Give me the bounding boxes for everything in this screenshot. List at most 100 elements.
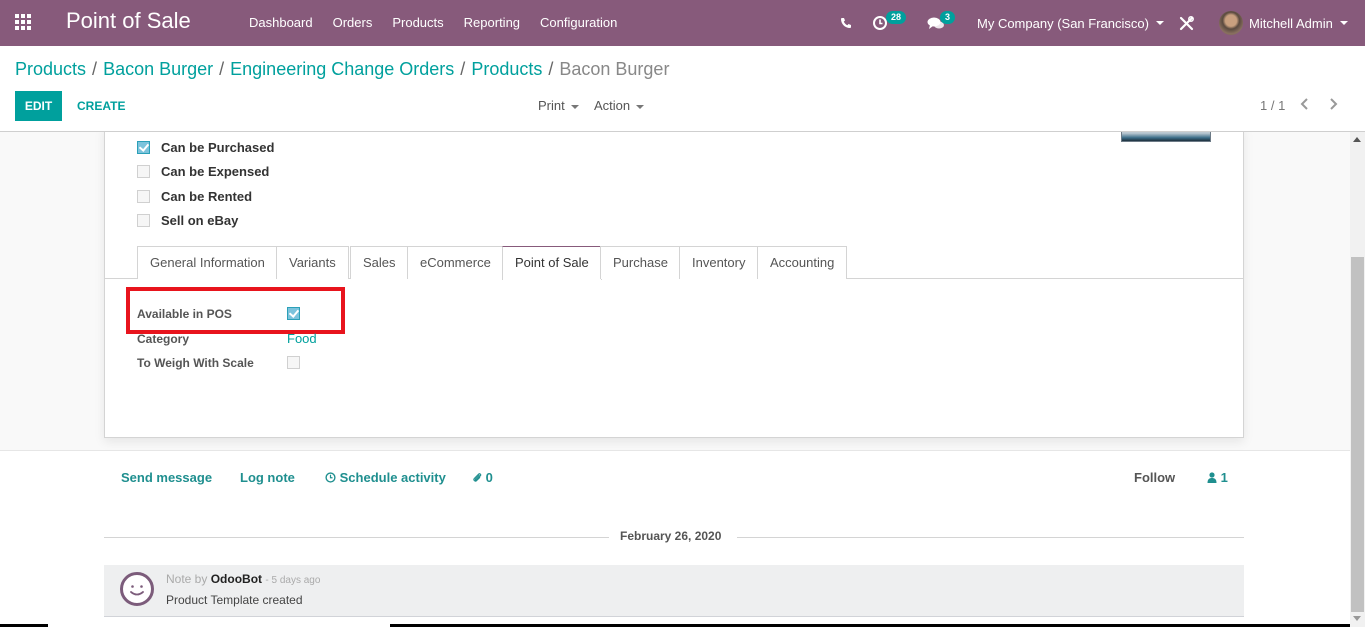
follow-button[interactable]: Follow	[1134, 470, 1175, 485]
checkbox-checked-icon[interactable]	[287, 307, 300, 320]
chevron-left-icon	[1300, 98, 1308, 110]
phone-icon	[841, 18, 851, 28]
can-be-purchased-checkbox[interactable]: Can be Purchased	[137, 137, 274, 157]
scrollbar-thumb[interactable]	[1351, 257, 1364, 612]
create-button[interactable]: CREATE	[77, 91, 125, 121]
phone-button[interactable]	[840, 0, 852, 46]
menu-dashboard[interactable]: Dashboard	[239, 0, 323, 46]
print-dropdown[interactable]: Print	[538, 91, 579, 121]
breadcrumb-separator: /	[92, 59, 98, 79]
date-separator: February 26, 2020	[104, 527, 1244, 547]
can-be-expensed-checkbox[interactable]: Can be Expensed	[137, 161, 269, 181]
schedule-activity-button[interactable]: Schedule activity	[325, 470, 446, 485]
checkbox-label: Sell on eBay	[161, 212, 239, 228]
action-dropdown[interactable]: Action	[594, 91, 645, 121]
chevron-down-icon	[636, 104, 645, 109]
breadcrumb-item[interactable]: Products	[15, 59, 86, 79]
attachments-button[interactable]: 0	[472, 470, 493, 485]
available-in-pos-label: Available in POS	[137, 307, 232, 321]
user-name: Mitchell Admin	[1249, 15, 1333, 31]
control-panel: Products / Bacon Burger / Engineering Change…	[0, 46, 1365, 132]
divider	[104, 537, 609, 538]
activities-button[interactable]: 28	[872, 0, 907, 46]
breadcrumb-item[interactable]: Bacon Burger	[103, 59, 213, 79]
form-content: Can be Purchased Can be Expensed Can be …	[0, 132, 1350, 627]
company-name: My Company (San Francisco)	[977, 15, 1149, 31]
sell-on-ebay-checkbox[interactable]: Sell on eBay	[137, 210, 238, 230]
chevron-right-icon	[1330, 98, 1338, 110]
scroll-up-arrow-icon[interactable]	[1353, 137, 1361, 142]
tab-variants[interactable]: Variants	[276, 246, 349, 279]
followers-count: 1	[1220, 470, 1228, 485]
checkbox-label: Can be Purchased	[161, 139, 275, 155]
smiley-icon	[130, 585, 144, 596]
vertical-scrollbar[interactable]	[1350, 132, 1365, 627]
message-author[interactable]: OdooBot	[211, 572, 262, 586]
log-note-button[interactable]: Log note	[240, 470, 295, 485]
user-menu[interactable]: Mitchell Admin	[1219, 0, 1348, 46]
pager-value[interactable]: 1 / 1	[1260, 91, 1285, 121]
user-icon	[1207, 472, 1217, 483]
debug-tools-button[interactable]	[1179, 0, 1194, 46]
date-separator-label: February 26, 2020	[620, 529, 722, 543]
checkbox-unchecked-icon[interactable]	[137, 189, 150, 203]
pager-previous-button[interactable]	[1300, 91, 1310, 121]
product-image[interactable]	[1121, 132, 1211, 142]
chatter: Send message Log note Schedule activity …	[0, 450, 1350, 627]
top-navbar: Point of Sale Dashboard Orders Products …	[0, 0, 1365, 46]
followers-button[interactable]: 1	[1207, 470, 1228, 485]
menu-reporting[interactable]: Reporting	[454, 0, 530, 46]
available-in-pos-checkbox[interactable]	[287, 307, 300, 323]
menu-configuration[interactable]: Configuration	[530, 0, 627, 46]
menu-products[interactable]: Products	[382, 0, 453, 46]
messages-button[interactable]: 3	[927, 0, 956, 46]
breadcrumb-item[interactable]: Products	[471, 59, 542, 79]
breadcrumb-current: Bacon Burger	[559, 59, 670, 79]
chevron-down-icon	[1155, 21, 1164, 25]
app-title[interactable]: Point of Sale	[66, 8, 191, 34]
tab-ecommerce[interactable]: eCommerce	[407, 246, 504, 279]
company-switcher[interactable]: My Company (San Francisco)	[977, 0, 1164, 46]
scroll-down-arrow-icon[interactable]	[1353, 616, 1361, 621]
tab-purchase[interactable]: Purchase	[600, 246, 681, 279]
breadcrumb-separator: /	[460, 59, 466, 79]
checkbox-label: Can be Rented	[161, 188, 253, 204]
form-sheet: Can be Purchased Can be Expensed Can be …	[104, 132, 1244, 438]
tools-icon	[1179, 15, 1194, 30]
main-menu: Dashboard Orders Products Reporting Conf…	[239, 0, 627, 46]
menu-orders[interactable]: Orders	[323, 0, 383, 46]
message-timestamp: - 5 days ago	[265, 575, 321, 586]
checkbox-unchecked-icon[interactable]	[137, 213, 150, 227]
breadcrumb-item[interactable]: Engineering Change Orders	[230, 59, 454, 79]
divider	[737, 537, 1244, 538]
category-field[interactable]: Food	[287, 331, 317, 346]
tab-point-of-sale[interactable]: Point of Sale	[502, 246, 602, 280]
breadcrumb-separator: /	[219, 59, 225, 79]
user-avatar	[1219, 11, 1243, 35]
odoobot-avatar[interactable]	[120, 572, 154, 606]
edit-button[interactable]: EDIT	[15, 91, 62, 121]
tab-sales[interactable]: Sales	[350, 246, 409, 279]
tab-general-information[interactable]: General Information	[137, 246, 278, 279]
category-label: Category	[137, 332, 190, 346]
apps-menu-icon[interactable]	[15, 14, 33, 32]
breadcrumb-separator: /	[548, 59, 554, 79]
message-count-badge: 3	[940, 11, 956, 24]
tab-inventory[interactable]: Inventory	[679, 246, 759, 279]
print-label: Print	[538, 98, 565, 113]
checkbox-checked-icon[interactable]	[137, 140, 150, 154]
checkbox-unchecked-icon[interactable]	[137, 164, 150, 178]
to-weigh-with-scale-label: To Weigh With Scale	[137, 356, 254, 370]
tab-accounting[interactable]: Accounting	[757, 246, 848, 279]
clock-icon	[325, 472, 336, 483]
checkbox-unchecked-icon[interactable]	[287, 356, 300, 369]
pager-next-button[interactable]	[1328, 91, 1338, 121]
breadcrumb: Products / Bacon Burger / Engineering Change…	[15, 59, 669, 80]
category-value-link[interactable]: Food	[287, 331, 317, 346]
chevron-down-icon	[570, 104, 579, 109]
notebook-tabs: General Information Variants Sales eComm…	[105, 245, 1243, 280]
message-prefix: Note by	[166, 572, 208, 586]
send-message-button[interactable]: Send message	[121, 470, 212, 485]
to-weigh-with-scale-checkbox[interactable]	[287, 356, 300, 372]
can-be-rented-checkbox[interactable]: Can be Rented	[137, 186, 252, 206]
